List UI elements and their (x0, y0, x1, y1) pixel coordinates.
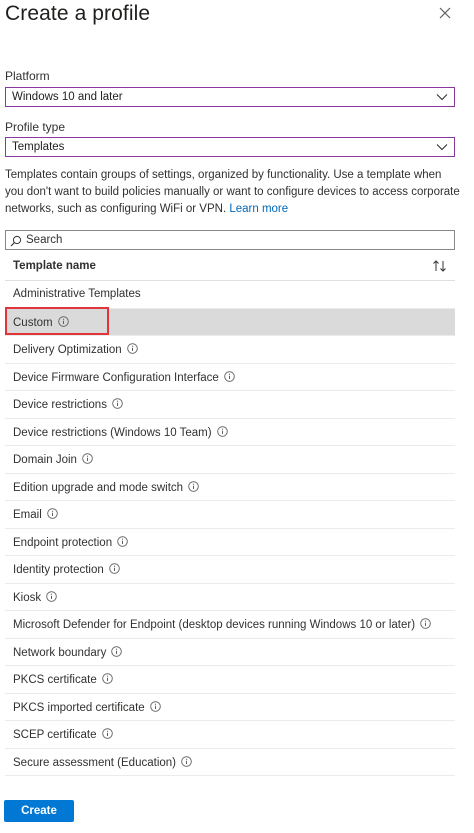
template-name-text: SCEP certificate (13, 729, 97, 741)
info-icon[interactable] (420, 618, 431, 629)
template-name-text: Edition upgrade and mode switch (13, 481, 184, 494)
template-name-text: Administrative Templates (13, 288, 141, 300)
template-name-cell: Email (13, 508, 58, 521)
chevron-down-icon (436, 92, 448, 102)
info-icon[interactable] (117, 535, 128, 547)
template-name-cell: PKCS certificate (13, 673, 113, 686)
table-row[interactable]: Administrative Templates (5, 281, 455, 309)
table-row[interactable]: Custom (5, 308, 455, 336)
template-name-cell: Secure assessment (Education) (13, 755, 192, 769)
template-name-text: Microsoft Defender for Endpoint (desktop… (13, 619, 416, 631)
template-name-cell: Custom (13, 315, 69, 329)
table-row[interactable]: Kiosk (5, 584, 455, 611)
template-name-text: Email (13, 509, 42, 521)
table-row[interactable]: Edition upgrade and mode switch (5, 474, 455, 501)
template-name-text: Device restrictions (Windows 10 Team) (13, 426, 212, 439)
table-row[interactable]: Identity protection (5, 556, 455, 584)
table-row[interactable]: Network boundary (5, 639, 455, 666)
search-icon (10, 234, 22, 247)
template-name-cell: Device Firmware Configuration Interface (13, 370, 235, 384)
panel-title: Create a profile (5, 2, 151, 25)
table-row[interactable]: Device restrictions (Windows 10 Team) (5, 419, 455, 446)
create-button[interactable]: Create (4, 800, 74, 822)
template-name-cell: Device restrictions (13, 398, 123, 411)
info-icon[interactable] (188, 480, 199, 492)
info-icon[interactable] (181, 755, 192, 767)
info-icon[interactable] (111, 645, 123, 657)
template-name-text: Delivery Optimization (13, 344, 122, 356)
template-name-text: PKCS imported certificate (13, 701, 145, 714)
template-name-text: Kiosk (13, 591, 42, 604)
info-icon[interactable] (47, 508, 58, 519)
table-row[interactable]: Endpoint protection (5, 529, 455, 556)
table-row[interactable]: Domain Join (5, 446, 455, 474)
column-header-template-name[interactable]: Template name (13, 260, 96, 272)
template-name-cell: Administrative Templates (13, 288, 141, 300)
table-row[interactable]: Secure assessment (Education) (5, 749, 455, 776)
chevron-down-icon (436, 142, 448, 152)
platform-label: Platform (5, 69, 50, 83)
info-icon[interactable] (109, 563, 120, 574)
search-input[interactable] (26, 232, 446, 248)
info-icon[interactable] (46, 590, 57, 602)
template-name-cell: Device restrictions (Windows 10 Team) (13, 425, 228, 439)
table-body: Administrative Templates Custom Delivery O… (5, 281, 455, 776)
profile-type-select-value: Templates (12, 141, 65, 153)
platform-select-value: Windows 10 and later (12, 91, 123, 103)
description-text: Templates contain groups of settings, or… (5, 167, 460, 218)
profile-type-label: Profile type (5, 120, 66, 134)
template-name-text: Endpoint protection (13, 536, 113, 549)
template-name-text: Custom (13, 316, 53, 329)
table-row[interactable]: PKCS imported certificate (5, 694, 455, 721)
table-row[interactable]: Device restrictions (5, 391, 455, 419)
info-icon[interactable] (149, 700, 161, 712)
learn-more-link[interactable]: Learn more (229, 203, 288, 215)
table-row[interactable]: Delivery Optimization (5, 336, 455, 364)
platform-select[interactable]: Windows 10 and later (5, 87, 455, 107)
info-icon[interactable] (82, 453, 93, 464)
sort-up-down-icon[interactable] (432, 259, 448, 273)
table-row[interactable]: Email (5, 501, 455, 529)
search-box[interactable] (5, 230, 455, 250)
table-row[interactable]: SCEP certificate (5, 721, 455, 749)
template-name-text: Network boundary (13, 646, 107, 659)
template-name-cell: Endpoint protection (13, 535, 128, 549)
template-name-cell: Network boundary (13, 645, 123, 659)
template-name-text: Domain Join (13, 454, 77, 466)
template-name-cell: PKCS imported certificate (13, 700, 161, 714)
table-header: Template name (5, 252, 455, 281)
templates-table: Template name Administrative Templates Cu… (5, 252, 455, 776)
template-name-text: Device restrictions (13, 399, 107, 411)
template-name-text: Identity protection (13, 564, 104, 576)
template-name-text: PKCS certificate (13, 674, 97, 686)
info-icon[interactable] (57, 315, 69, 327)
info-icon[interactable] (101, 728, 113, 739)
table-row[interactable]: Device Firmware Configuration Interface (5, 364, 455, 391)
info-icon[interactable] (112, 398, 123, 409)
info-icon[interactable] (101, 673, 113, 684)
close-icon[interactable] (437, 5, 453, 21)
template-name-text: Device Firmware Configuration Interface (13, 371, 219, 384)
template-name-cell: Domain Join (13, 453, 93, 466)
info-icon[interactable] (216, 425, 228, 437)
profile-type-select[interactable]: Templates (5, 137, 455, 157)
template-name-cell: Identity protection (13, 563, 120, 576)
template-name-cell: Edition upgrade and mode switch (13, 480, 199, 494)
template-name-text: Secure assessment (Education) (13, 756, 176, 769)
info-icon[interactable] (126, 343, 138, 354)
info-icon[interactable] (224, 370, 235, 382)
template-name-cell: SCEP certificate (13, 728, 113, 741)
template-name-cell: Delivery Optimization (13, 343, 138, 356)
template-name-cell: Kiosk (13, 590, 57, 604)
template-name-cell: Microsoft Defender for Endpoint (desktop… (13, 618, 431, 631)
table-row[interactable]: PKCS certificate (5, 666, 455, 694)
table-row[interactable]: Microsoft Defender for Endpoint (desktop… (5, 611, 455, 639)
